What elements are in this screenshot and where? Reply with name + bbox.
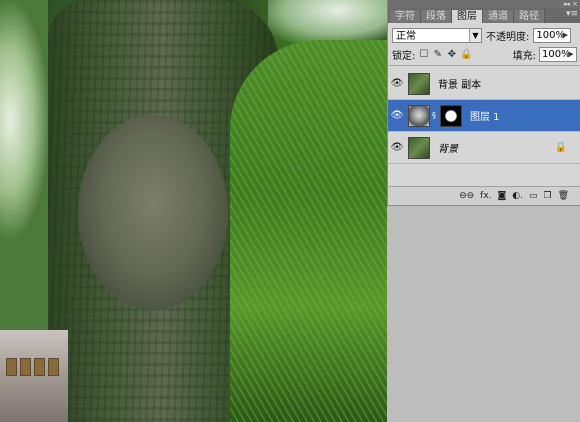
- tab-layers[interactable]: 图层: [452, 10, 483, 23]
- layer-thumbnail: [408, 72, 430, 95]
- opacity-input[interactable]: 100% ▶: [533, 27, 572, 43]
- panel-titlebar: ◂◂ ×: [388, 0, 580, 8]
- panel-menu-icon[interactable]: ▾≡: [566, 9, 578, 19]
- mask-icon[interactable]: ◙: [498, 191, 507, 201]
- trash-icon[interactable]: 🗑: [558, 191, 569, 201]
- layer-row-selected[interactable]: 👁 § 图层 1: [388, 100, 580, 132]
- layer-thumbnail: [408, 104, 430, 127]
- building-window: [6, 358, 17, 376]
- chain-link-icon[interactable]: §: [430, 111, 438, 120]
- lock-all-icon[interactable]: 🔒: [460, 49, 472, 60]
- new-layer-icon[interactable]: ❐: [543, 191, 551, 201]
- canvas-photo[interactable]: [0, 0, 387, 422]
- tab-paths[interactable]: 路径: [514, 10, 545, 23]
- lock-paint-icon[interactable]: ✎: [432, 49, 443, 60]
- building-window: [48, 358, 59, 376]
- chevron-down-icon: ▼: [469, 28, 481, 42]
- building-window: [34, 358, 45, 376]
- lock-transparency-icon[interactable]: ☐: [418, 49, 429, 60]
- panel-tabs: 字符 段落 图层 通道 路径 ▾≡: [388, 8, 580, 23]
- tab-paragraph[interactable]: 段落: [421, 10, 452, 23]
- chevron-right-icon[interactable]: ▶: [560, 29, 570, 42]
- group-icon[interactable]: ▭: [529, 191, 538, 201]
- blended-face: [78, 115, 228, 310]
- fill-label: 填充:: [512, 50, 536, 62]
- building: [0, 330, 68, 422]
- fx-icon[interactable]: fx.: [480, 191, 491, 201]
- layer-row[interactable]: 👁 背景 副本: [388, 68, 580, 100]
- fill-input[interactable]: 100% ▶: [539, 46, 577, 62]
- lock-position-icon[interactable]: ✥: [446, 49, 457, 60]
- layer-mask-thumbnail[interactable]: [440, 104, 462, 127]
- layer-thumbnail: [408, 136, 430, 159]
- layer-name: 图层 1: [470, 112, 500, 123]
- moss-texture: [230, 40, 387, 422]
- eye-icon[interactable]: 👁: [388, 78, 406, 89]
- tab-character[interactable]: 字符: [390, 10, 421, 23]
- divider: [388, 65, 580, 66]
- eye-icon[interactable]: 👁: [388, 142, 406, 153]
- eye-icon[interactable]: 👁: [388, 110, 406, 121]
- layers-panel: ◂◂ × 字符 段落 图层 通道 路径 ▾≡ 正常 ▼ 不透明度: 100% ▶…: [387, 0, 580, 206]
- building-window: [20, 358, 31, 376]
- layer-row[interactable]: 👁 背景 🔒: [388, 132, 580, 164]
- blend-mode-value: 正常: [396, 30, 416, 42]
- layer-name: 背景 副本: [438, 80, 482, 91]
- link-icon[interactable]: ⊖⊖: [459, 191, 474, 201]
- collapse-icon[interactable]: ◂◂ ×: [563, 0, 578, 8]
- layer-list: 👁 背景 副本 👁 § 图层 1 👁 背景 🔒: [388, 68, 580, 190]
- tab-channels[interactable]: 通道: [483, 10, 514, 23]
- lock-icon: 🔒: [554, 142, 567, 153]
- layer-name: 背景: [438, 144, 458, 155]
- blend-mode-select[interactable]: 正常 ▼: [392, 27, 482, 43]
- adjustment-icon[interactable]: ◐.: [512, 191, 523, 201]
- sky-background: [0, 0, 48, 330]
- lock-label: 锁定:: [392, 50, 416, 62]
- panel-bottom-toolbar: ⊖⊖ fx. ◙ ◐. ▭ ❐ 🗑: [388, 186, 580, 205]
- chevron-right-icon[interactable]: ▶: [566, 48, 576, 61]
- opacity-label: 不透明度:: [486, 31, 530, 43]
